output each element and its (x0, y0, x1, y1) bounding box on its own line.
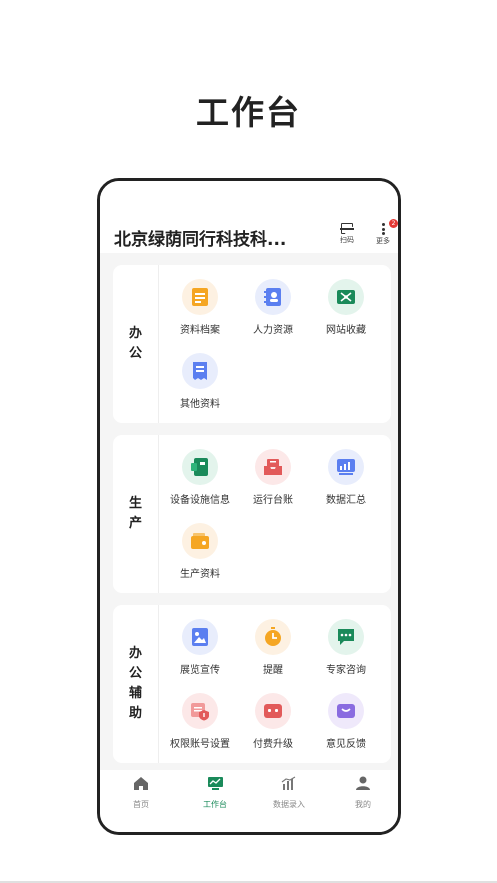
grid-item-upgrade[interactable]: 付费升级 (237, 693, 309, 750)
category-char: 产 (128, 516, 142, 531)
grid-item-reminder[interactable]: 提醒 (237, 619, 309, 676)
more-vertical-icon (381, 223, 385, 235)
wallet-icon (182, 523, 218, 559)
page-title: 工作台 (196, 93, 301, 132)
grid-item-permissions[interactable]: 权限账号设置 (164, 693, 236, 750)
tab-mine[interactable]: 我的 (328, 776, 398, 810)
chat-bubble-icon (328, 619, 364, 655)
notification-badge: 2 (389, 219, 398, 228)
contacts-book-icon (255, 279, 291, 315)
grid-item-label: 设备设施信息 (170, 495, 230, 506)
category-char: 公 (128, 346, 142, 361)
section-office: 办 公 资料档案 人力资源 网站收藏 其他资料 (113, 265, 391, 423)
tab-label: 我的 (355, 800, 371, 809)
company-name[interactable]: 北京绿荫同行科技科... (114, 225, 286, 250)
grid-item-label: 专家咨询 (326, 665, 366, 676)
category-char: 生 (128, 496, 142, 511)
category-char: 办 (128, 326, 142, 341)
grid-item-label: 网站收藏 (326, 325, 366, 336)
purse-icon (255, 693, 291, 729)
scan-label: 扫码 (340, 236, 354, 244)
monitor-chart-icon (207, 777, 223, 790)
section-category: 办 公 (113, 265, 159, 423)
tab-home[interactable]: 首页 (106, 776, 176, 810)
grid-item-label: 提醒 (263, 665, 283, 676)
tab-workbench[interactable]: 工作台 (180, 776, 250, 810)
more-label: 更多 (376, 237, 390, 245)
grid-item-label: 资料档案 (180, 325, 220, 336)
grid-item-label: 运行台账 (253, 495, 293, 506)
section-production: 生 产 设备设施信息 运行台账 数据汇总 生产资料 (113, 435, 391, 593)
grid-item-ledger[interactable]: 运行台账 (237, 449, 309, 506)
grid-item-label: 数据汇总 (326, 495, 366, 506)
grid-item-other-docs[interactable]: 其他资料 (164, 353, 236, 410)
tab-data-entry[interactable]: 数据录入 (254, 776, 324, 810)
section-category: 生 产 (113, 435, 159, 593)
section-category: 办 公 辅 助 (113, 605, 159, 763)
scan-button[interactable]: 扫码 (334, 223, 360, 245)
picture-icon (182, 619, 218, 655)
person-icon (356, 776, 370, 790)
feedback-tray-icon (328, 693, 364, 729)
home-icon (134, 777, 148, 790)
more-button[interactable]: 2 更多 (370, 219, 398, 246)
bar-chart-icon (281, 776, 296, 790)
section-office-assist: 办 公 辅 助 展览宣传 提醒 专家咨询 权限账号设置 付费升级 意见反馈 (113, 605, 391, 763)
app-header: 北京绿荫同行科技科... 扫码 2 更多 (100, 181, 398, 253)
bookmark-folder-icon (328, 279, 364, 315)
phone-frame: 北京绿荫同行科技科... 扫码 2 更多 办 公 资料档案 人力资源 网站收藏 … (97, 178, 401, 835)
grid-item-label: 权限账号设置 (170, 739, 230, 750)
device-card-icon (182, 449, 218, 485)
tab-label: 首页 (133, 800, 149, 809)
category-char: 办 (128, 646, 142, 661)
grid-item-hr[interactable]: 人力资源 (237, 279, 309, 336)
grid-item-equipment[interactable]: 设备设施信息 (164, 449, 236, 506)
bottom-tab-bar: 首页 工作台 数据录入 我的 (100, 770, 398, 832)
category-char: 辅 (128, 686, 142, 701)
grid-item-documents[interactable]: 资料档案 (164, 279, 236, 336)
receipt-icon (182, 353, 218, 389)
category-char: 公 (128, 666, 142, 681)
grid-item-exhibition[interactable]: 展览宣传 (164, 619, 236, 676)
ledger-tray-icon (255, 449, 291, 485)
grid-item-production-docs[interactable]: 生产资料 (164, 523, 236, 580)
grid-item-label: 意见反馈 (326, 739, 366, 750)
grid-item-feedback[interactable]: 意见反馈 (310, 693, 382, 750)
grid-item-bookmarks[interactable]: 网站收藏 (310, 279, 382, 336)
chart-summary-icon (328, 449, 364, 485)
grid-item-label: 人力资源 (253, 325, 293, 336)
tab-label: 数据录入 (273, 800, 305, 809)
timer-icon (255, 619, 291, 655)
grid-item-data-summary[interactable]: 数据汇总 (310, 449, 382, 506)
scan-icon (340, 223, 354, 234)
document-archive-icon (182, 279, 218, 315)
category-char: 助 (128, 706, 142, 721)
grid-item-label: 生产资料 (180, 569, 220, 580)
grid-item-label: 付费升级 (253, 739, 293, 750)
grid-item-label: 其他资料 (180, 399, 220, 410)
shield-account-icon (182, 693, 218, 729)
tab-label: 工作台 (203, 800, 227, 809)
grid-item-label: 展览宣传 (180, 665, 220, 676)
grid-item-expert-consult[interactable]: 专家咨询 (310, 619, 382, 676)
